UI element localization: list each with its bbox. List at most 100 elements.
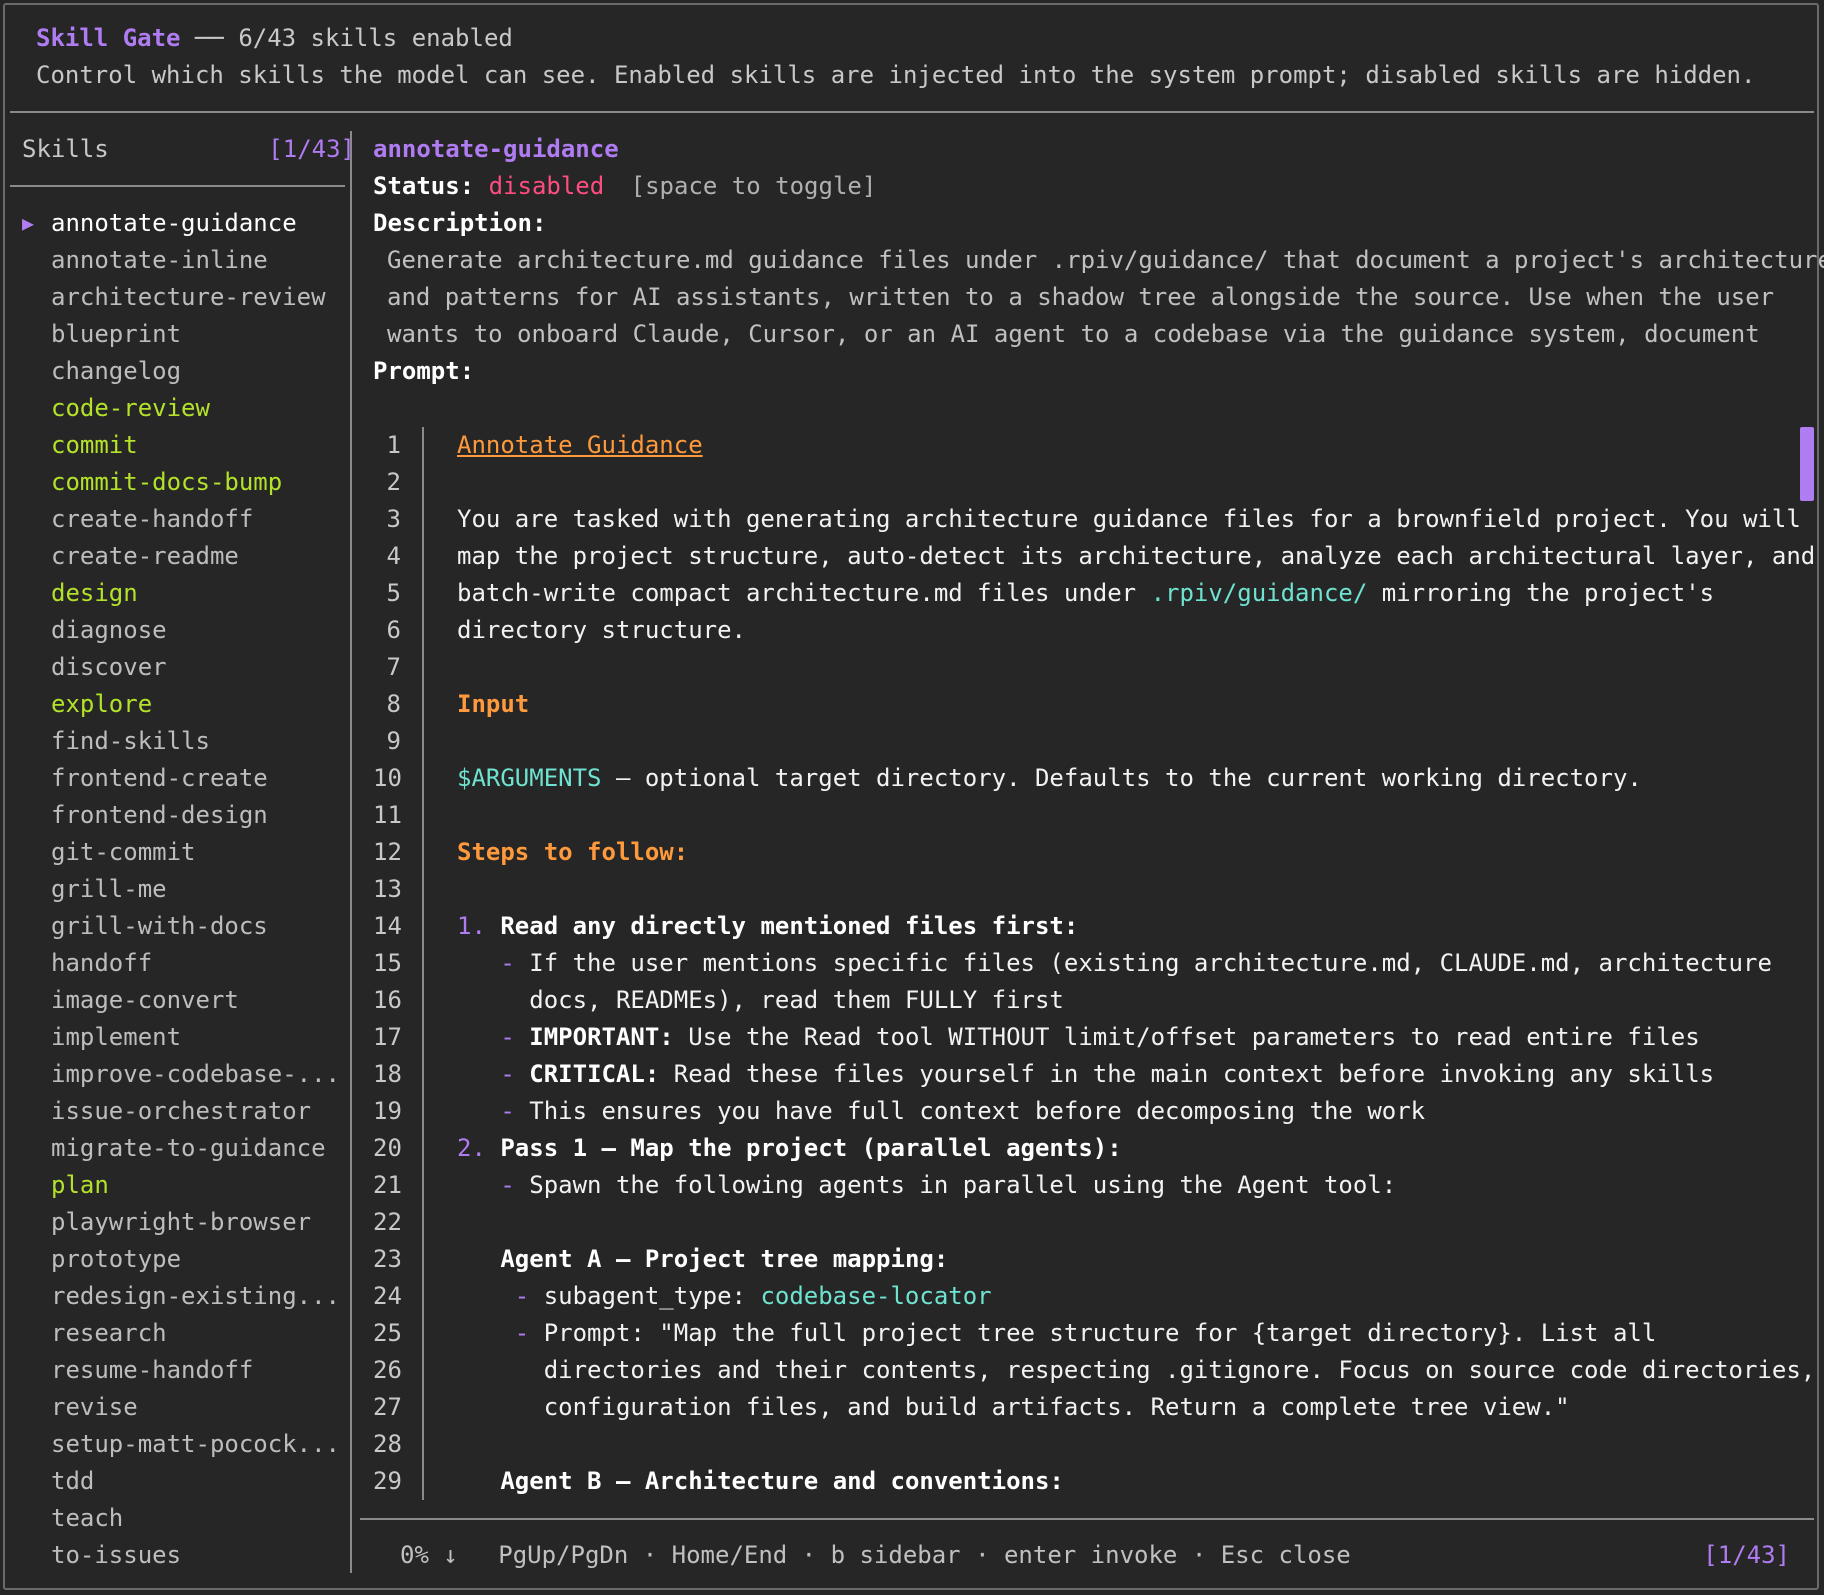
- text-segment: -: [500, 1097, 515, 1125]
- selected-marker-icon: ▶: [22, 211, 35, 235]
- prompt-line: 1 Annotate Guidance: [373, 427, 1803, 464]
- skill-item-label: blueprint: [51, 320, 182, 348]
- skill-item[interactable]: create-readme: [10, 538, 345, 575]
- skill-item-label: issue-orchestrator: [51, 1097, 312, 1125]
- text-segment: This ensures you have full context befor…: [514, 1097, 1426, 1125]
- skill-item[interactable]: handoff: [10, 945, 345, 982]
- status-value[interactable]: disabled: [489, 172, 605, 200]
- prompt-line: 21 - Spawn the following agents in paral…: [373, 1167, 1803, 1204]
- skill-item[interactable]: redesign-existing...: [10, 1278, 345, 1315]
- text-segment: [457, 1171, 500, 1199]
- scrollbar-thumb[interactable]: [1800, 427, 1814, 501]
- line-number: 7: [386, 653, 401, 681]
- skill-detail: annotate-guidance Status: disabled [spac…: [373, 131, 1824, 390]
- skill-item-label: commit: [51, 431, 138, 459]
- text-segment: Steps to follow:: [457, 838, 689, 866]
- prompt-line: 20 2. Pass 1 — Map the project (parallel …: [373, 1130, 1803, 1167]
- skill-item[interactable]: design: [10, 575, 345, 612]
- gutter-bar: [422, 871, 424, 908]
- app-title: Skill Gate: [36, 24, 181, 52]
- skill-item[interactable]: commit-docs-bump: [10, 464, 345, 501]
- line-text: $ARGUMENTS — optional target directory. …: [457, 760, 1642, 797]
- skill-item[interactable]: git-commit: [10, 834, 345, 871]
- skill-item[interactable]: teach: [10, 1500, 345, 1537]
- text-segment: mirroring the project's: [1367, 579, 1715, 607]
- skill-item[interactable]: plan: [10, 1167, 345, 1204]
- gutter-bar: [422, 1463, 424, 1500]
- skill-item[interactable]: improve-codebase-...: [10, 1056, 345, 1093]
- gutter-bar: [422, 1056, 424, 1093]
- text-segment: batch-write compact architecture.md file…: [457, 579, 1151, 607]
- header-description: Control which skills the model can see. …: [36, 61, 1756, 89]
- text-segment: Input: [457, 690, 530, 718]
- skill-item[interactable]: explore: [10, 686, 345, 723]
- skill-item[interactable]: revise: [10, 1389, 345, 1426]
- skill-item[interactable]: playwright-browser: [10, 1204, 345, 1241]
- text-segment: -: [514, 1282, 530, 1310]
- skill-item[interactable]: commit: [10, 427, 345, 464]
- skill-item[interactable]: implement: [10, 1019, 345, 1056]
- skill-item[interactable]: research: [10, 1315, 345, 1352]
- skill-item[interactable]: tdd: [10, 1463, 345, 1500]
- text-segment: directory structure.: [457, 616, 746, 644]
- skill-item[interactable]: annotate-inline: [10, 242, 345, 279]
- skill-item-label: design: [51, 579, 138, 607]
- skill-item[interactable]: migrate-to-guidance: [10, 1130, 345, 1167]
- skill-item[interactable]: ▶ annotate-guidance: [10, 205, 345, 242]
- toggle-hint: [space to toggle]: [630, 172, 877, 200]
- text-segment: [457, 949, 500, 977]
- text-segment: Agent A — Project tree mapping:: [500, 1245, 949, 1273]
- line-number: 14: [373, 912, 402, 940]
- footer-position: [1/43]: [1703, 1541, 1790, 1569]
- skill-item-label: annotate-guidance: [51, 209, 297, 237]
- prompt-line: 14 1. Read any directly mentioned files f…: [373, 908, 1803, 945]
- skill-item[interactable]: changelog: [10, 353, 345, 390]
- prompt-label: Prompt:: [373, 357, 475, 385]
- skill-item[interactable]: frontend-create: [10, 760, 345, 797]
- skill-item[interactable]: diagnose: [10, 612, 345, 649]
- line-text: - IMPORTANT: Use the Read tool WITHOUT l…: [457, 1019, 1699, 1056]
- text-segment: If the user mentions specific files (exi…: [514, 949, 1772, 977]
- line-text: directory structure.: [457, 612, 746, 649]
- prompt-line: 6 directory structure.: [373, 612, 1803, 649]
- skill-item[interactable]: prototype: [10, 1241, 345, 1278]
- text-segment: [457, 1245, 500, 1273]
- footer-divider: [360, 1518, 1814, 1520]
- skill-item[interactable]: issue-orchestrator: [10, 1093, 345, 1130]
- line-number: 17: [373, 1023, 402, 1051]
- description-line: Generate architecture.md guidance files …: [387, 246, 1824, 274]
- skill-item[interactable]: code-review: [10, 390, 345, 427]
- skill-item[interactable]: blueprint: [10, 316, 345, 353]
- line-text: Annotate Guidance: [457, 427, 703, 464]
- line-number: 18: [373, 1060, 402, 1088]
- skill-item[interactable]: discover: [10, 649, 345, 686]
- skill-item[interactable]: architecture-review: [10, 279, 345, 316]
- prompt-viewer[interactable]: 1 Annotate Guidance 2 3 You are tasked with …: [373, 427, 1815, 1500]
- skill-item[interactable]: grill-me: [10, 871, 345, 908]
- skill-item[interactable]: grill-with-docs: [10, 908, 345, 945]
- skill-item[interactable]: to-issues: [10, 1537, 345, 1574]
- text-segment: map the project structure, auto-detect i…: [457, 542, 1816, 570]
- status-label: Status:: [373, 172, 475, 200]
- line-number: 24: [373, 1282, 402, 1310]
- skill-item[interactable]: setup-matt-pocock...: [10, 1426, 345, 1463]
- line-text: Agent A — Project tree mapping:: [457, 1241, 948, 1278]
- text-segment: [457, 1319, 515, 1347]
- prompt-line: 26 directories and their contents, respe…: [373, 1352, 1815, 1389]
- line-text: configuration files, and build artifacts…: [457, 1389, 1570, 1426]
- prompt-line: 24 - subagent_type: codebase-locator: [373, 1278, 1803, 1315]
- gutter-bar: [422, 612, 424, 649]
- prompt-line: 4 map the project structure, auto-detect …: [373, 538, 1815, 575]
- skill-item[interactable]: frontend-design: [10, 797, 345, 834]
- skill-item[interactable]: find-skills: [10, 723, 345, 760]
- skill-item[interactable]: resume-handoff: [10, 1352, 345, 1389]
- gutter-bar: [422, 464, 424, 501]
- line-number: 22: [373, 1208, 402, 1236]
- line-number: 8: [386, 690, 401, 718]
- skill-item-label: commit-docs-bump: [51, 468, 283, 496]
- title-separator: ──: [194, 24, 224, 52]
- sidebar-title: Skills: [22, 135, 109, 163]
- skill-item[interactable]: image-convert: [10, 982, 345, 1019]
- skill-item[interactable]: create-handoff: [10, 501, 345, 538]
- text-segment: configuration files, and build artifacts…: [457, 1393, 1570, 1421]
